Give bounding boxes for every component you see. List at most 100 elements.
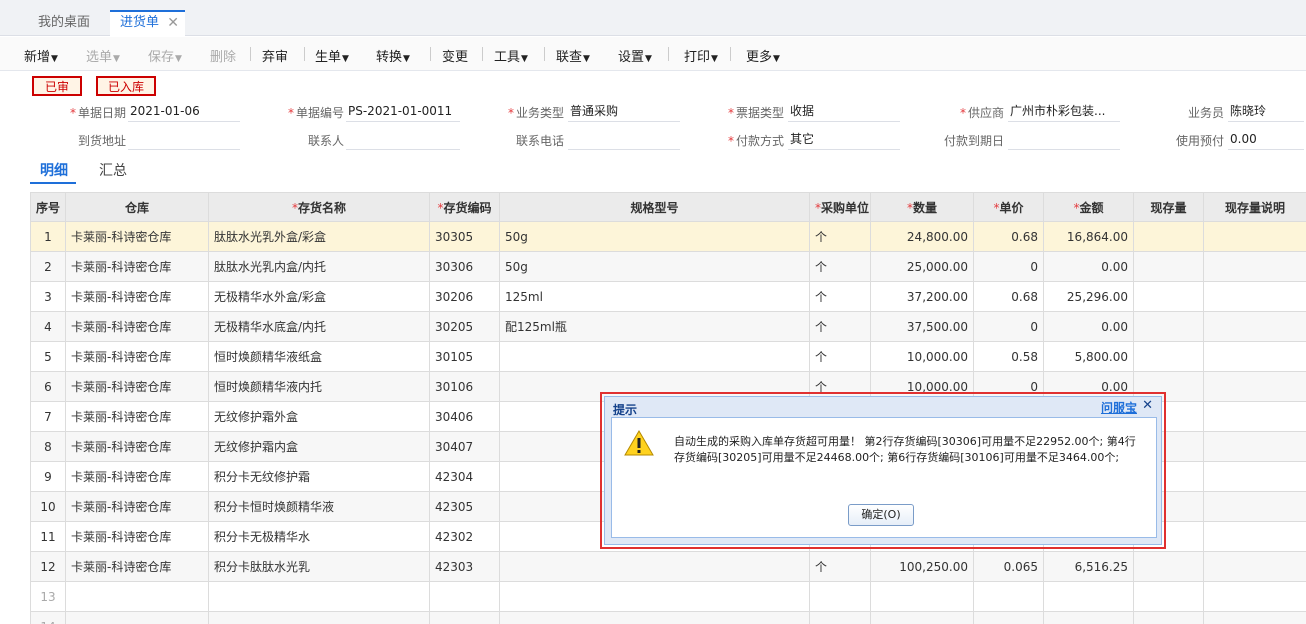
cell-amount[interactable]	[1043, 581, 1134, 612]
cell-wh[interactable]: 卡莱丽-科诗密仓库	[65, 221, 209, 252]
cell-unit[interactable]: 个	[809, 221, 871, 252]
column-header[interactable]: 仓库	[65, 192, 209, 222]
cell-name[interactable]: 肽肽水光乳外盒/彩盒	[208, 221, 430, 252]
cell-name[interactable]: 积分卡无纹修护霜	[208, 461, 430, 492]
cell-stock[interactable]	[1133, 281, 1204, 312]
cell-amount[interactable]: 0.00	[1043, 311, 1134, 342]
table-row[interactable]: 1 卡莱丽-科诗密仓库 肽肽水光乳外盒/彩盒 30305 50g 个 24,800.00 0.…	[30, 221, 1306, 252]
salesman-field[interactable]: 陈晓玲	[1228, 102, 1304, 122]
cell-unit[interactable]: 个	[809, 341, 871, 372]
cell-wh[interactable]: 卡莱丽-科诗密仓库	[65, 311, 209, 342]
cell-no[interactable]: 12	[30, 551, 66, 582]
invoice-type-field[interactable]: 收据	[788, 102, 900, 122]
cell-code[interactable]: 42303	[429, 551, 500, 582]
more-menu[interactable]: 更多▼	[746, 46, 780, 65]
cell-qty[interactable]: 25,000.00	[870, 251, 974, 282]
cell-wh[interactable]: 卡莱丽-科诗密仓库	[65, 551, 209, 582]
ok-button[interactable]: 确定(O)	[848, 504, 914, 526]
new-menu[interactable]: 新增▼	[24, 46, 58, 65]
cell-stock[interactable]	[1133, 551, 1204, 582]
cell-stock[interactable]	[1133, 611, 1204, 624]
cell-qty[interactable]	[870, 611, 974, 624]
cell-wh[interactable]: 卡莱丽-科诗密仓库	[65, 491, 209, 522]
cell-stock-note[interactable]	[1203, 461, 1306, 492]
prepay-field[interactable]: 0.00	[1228, 130, 1304, 150]
cell-wh[interactable]	[65, 611, 209, 624]
cell-spec[interactable]: 125ml	[499, 281, 810, 312]
phone-field[interactable]	[568, 130, 680, 150]
cell-code[interactable]: 30406	[429, 401, 500, 432]
cell-amount[interactable]: 16,864.00	[1043, 221, 1134, 252]
cell-stock[interactable]	[1133, 221, 1204, 252]
cell-code[interactable]: 42305	[429, 491, 500, 522]
cell-spec[interactable]	[499, 611, 810, 624]
cell-no[interactable]: 14	[30, 611, 66, 624]
cell-name[interactable]: 恒时焕颜精华液纸盒	[208, 341, 430, 372]
cell-stock[interactable]	[1133, 581, 1204, 612]
supplier-field[interactable]: 广州市朴彩包装...	[1008, 102, 1120, 122]
cell-wh[interactable]: 卡莱丽-科诗密仓库	[65, 401, 209, 432]
cell-stock[interactable]	[1133, 341, 1204, 372]
cell-unit[interactable]	[809, 611, 871, 624]
cell-no[interactable]: 5	[30, 341, 66, 372]
cell-price[interactable]: 0.065	[973, 551, 1044, 582]
help-link[interactable]: 问服宝	[1101, 399, 1137, 416]
cell-code[interactable]: 42304	[429, 461, 500, 492]
cell-code[interactable]: 30407	[429, 431, 500, 462]
cell-code[interactable]	[429, 581, 500, 612]
cell-qty[interactable]: 37,200.00	[870, 281, 974, 312]
cell-name[interactable]: 积分卡无极精华水	[208, 521, 430, 552]
cell-wh[interactable]: 卡莱丽-科诗密仓库	[65, 431, 209, 462]
generate-menu[interactable]: 生单▼	[315, 46, 349, 65]
cell-stock[interactable]	[1133, 311, 1204, 342]
cell-spec[interactable]: 50g	[499, 251, 810, 282]
cell-code[interactable]: 30205	[429, 311, 500, 342]
biz-type-field[interactable]: 普通采购	[568, 102, 680, 122]
cell-name[interactable]: 无极精华水外盒/彩盒	[208, 281, 430, 312]
cell-name[interactable]: 积分卡肽肽水光乳	[208, 551, 430, 582]
cell-name[interactable]: 无极精华水底盒/内托	[208, 311, 430, 342]
tab-summary[interactable]: 汇总	[99, 160, 127, 180]
cell-no[interactable]: 9	[30, 461, 66, 492]
cell-unit[interactable]: 个	[809, 251, 871, 282]
cell-code[interactable]: 30305	[429, 221, 500, 252]
cell-code[interactable]: 30206	[429, 281, 500, 312]
cell-unit[interactable]: 个	[809, 311, 871, 342]
tab-detail[interactable]: 明细	[40, 160, 68, 180]
cell-wh[interactable]: 卡莱丽-科诗密仓库	[65, 461, 209, 492]
cell-qty[interactable]	[870, 581, 974, 612]
cell-qty[interactable]: 10,000.00	[870, 341, 974, 372]
column-header[interactable]: *存货名称	[208, 192, 430, 222]
change-menu[interactable]: 变更	[442, 46, 468, 65]
cell-wh[interactable]: 卡莱丽-科诗密仓库	[65, 251, 209, 282]
cell-name[interactable]: 积分卡恒时焕颜精华液	[208, 491, 430, 522]
cell-price[interactable]: 0.58	[973, 341, 1044, 372]
table-row[interactable]: 5 卡莱丽-科诗密仓库 恒时焕颜精华液纸盒 30105 个 10,000.00 0.58 5,…	[30, 341, 1306, 372]
table-row[interactable]: 13	[30, 581, 1306, 612]
cell-no[interactable]: 3	[30, 281, 66, 312]
tools-menu[interactable]: 工具▼	[494, 46, 528, 65]
cell-stock-note[interactable]	[1203, 221, 1306, 252]
cell-no[interactable]: 6	[30, 371, 66, 402]
close-icon[interactable]: ✕	[1142, 398, 1153, 413]
cell-code[interactable]: 30106	[429, 371, 500, 402]
cell-qty[interactable]: 100,250.00	[870, 551, 974, 582]
cell-name[interactable]	[208, 611, 430, 624]
cell-code[interactable]: 42302	[429, 521, 500, 552]
cell-price[interactable]: 0.68	[973, 221, 1044, 252]
cell-code[interactable]: 30306	[429, 251, 500, 282]
cell-stock-note[interactable]	[1203, 371, 1306, 402]
contact-field[interactable]	[346, 130, 460, 150]
cell-wh[interactable]: 卡莱丽-科诗密仓库	[65, 281, 209, 312]
cell-stock-note[interactable]	[1203, 581, 1306, 612]
cell-stock-note[interactable]	[1203, 401, 1306, 432]
cell-wh[interactable]	[65, 581, 209, 612]
cell-wh[interactable]: 卡莱丽-科诗密仓库	[65, 341, 209, 372]
cell-price[interactable]: 0	[973, 251, 1044, 282]
cell-amount[interactable]	[1043, 611, 1134, 624]
column-header[interactable]: *存货编码	[429, 192, 500, 222]
cell-amount[interactable]: 0.00	[1043, 251, 1134, 282]
cell-no[interactable]: 1	[30, 221, 66, 252]
cell-wh[interactable]: 卡莱丽-科诗密仓库	[65, 371, 209, 402]
column-header[interactable]: 现存量	[1133, 192, 1204, 222]
